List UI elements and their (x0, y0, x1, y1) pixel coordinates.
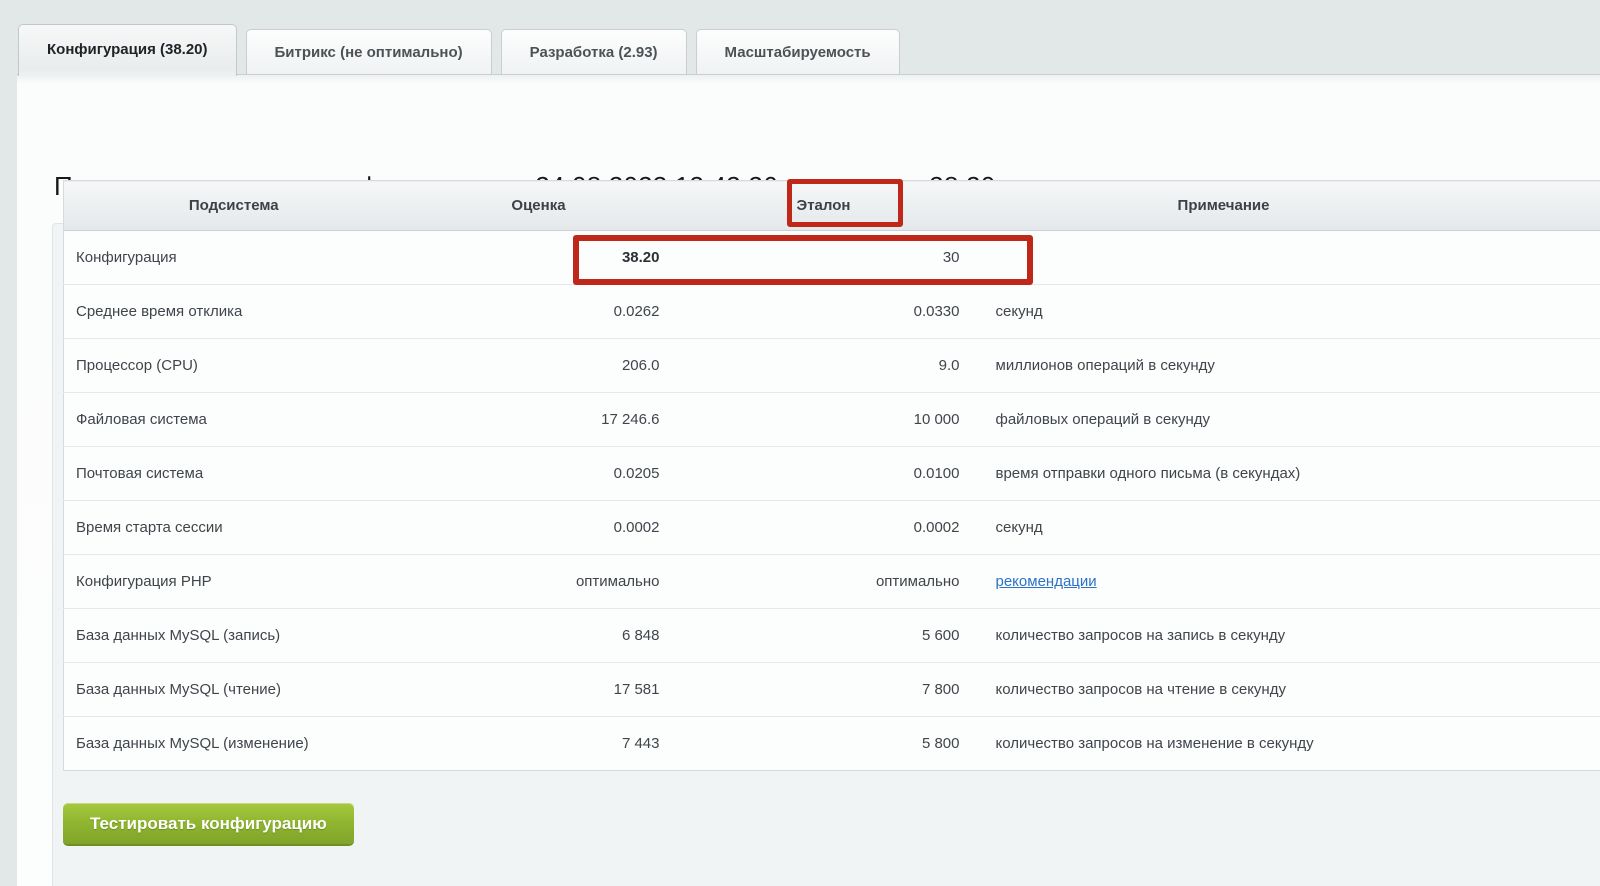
filler-cell (1474, 231, 1600, 285)
table-body: Конфигурация38.2030Среднее время отклика… (64, 231, 1600, 771)
note-cell: файловых операций в секунду (974, 393, 1474, 447)
tab-label: Разработка (2.93) (530, 44, 658, 61)
annotation-rect-configuration-values (573, 235, 1033, 285)
table-row: База данных MySQL (чтение)17 5817 800кол… (64, 663, 1600, 717)
subsystem-cell: Конфигурация (64, 231, 404, 285)
score-cell: 17 246.6 (404, 393, 674, 447)
column-header-note: Примечание (974, 181, 1474, 231)
score-cell: 206.0 (404, 339, 674, 393)
standard-cell: 0.0002 (674, 501, 974, 555)
standard-cell: 5 600 (674, 609, 974, 663)
tab-1[interactable]: Конфигурация (38.20) (18, 24, 237, 76)
column-header-score: Оценка (404, 181, 674, 231)
tab-label: Масштабируемость (725, 44, 871, 61)
note-cell: количество запросов на изменение в секун… (974, 717, 1474, 771)
subsystem-cell: База данных MySQL (запись) (64, 609, 404, 663)
score-cell: 7 443 (404, 717, 674, 771)
score-cell: 0.0002 (404, 501, 674, 555)
table-row: Файловая система17 246.610 000файловых о… (64, 393, 1600, 447)
filler-cell (1474, 663, 1600, 717)
note-cell: миллионов операций в секунду (974, 339, 1474, 393)
score-cell: оптимально (404, 555, 674, 609)
note-cell (974, 231, 1474, 285)
filler-cell (1474, 447, 1600, 501)
test-configuration-button[interactable]: Тестировать конфигурацию (63, 803, 354, 844)
note-cell: рекомендации (974, 555, 1474, 609)
tab-label: Битрикс (не оптимально) (275, 44, 463, 61)
subsystem-cell: Время старта сессии (64, 501, 404, 555)
score-cell: 0.0262 (404, 285, 674, 339)
table-row: Процессор (CPU)206.09.0миллионов операци… (64, 339, 1600, 393)
filler-cell (1474, 555, 1600, 609)
standard-cell: 0.0100 (674, 447, 974, 501)
standard-cell: 5 800 (674, 717, 974, 771)
standard-cell: 0.0330 (674, 285, 974, 339)
score-cell: 0.0205 (404, 447, 674, 501)
tab-bar: Конфигурация (38.20) Битрикс (не оптималь… (18, 22, 900, 74)
note-cell: количество запросов на чтение в секунду (974, 663, 1474, 717)
standard-cell: 10 000 (674, 393, 974, 447)
table-row: Конфигурация PHPоптимальнооптимальнореко… (64, 555, 1600, 609)
table-row: Почтовая система0.02050.0100время отправ… (64, 447, 1600, 501)
table-row: Время старта сессии0.00020.0002секунд (64, 501, 1600, 555)
subsystem-cell: База данных MySQL (чтение) (64, 663, 404, 717)
note-cell: секунд (974, 501, 1474, 555)
note-cell: количество запросов на запись в секунду (974, 609, 1474, 663)
subsystem-cell: Среднее время отклика (64, 285, 404, 339)
column-header-filler (1474, 181, 1600, 231)
subsystem-cell: Почтовая система (64, 447, 404, 501)
filler-cell (1474, 285, 1600, 339)
table-row: База данных MySQL (изменение)7 4435 800к… (64, 717, 1600, 771)
standard-cell: 9.0 (674, 339, 974, 393)
subsystem-cell: Процессор (CPU) (64, 339, 404, 393)
filler-cell (1474, 717, 1600, 771)
note-cell: секунд (974, 285, 1474, 339)
recommendations-link[interactable]: рекомендации (996, 573, 1097, 590)
filler-cell (1474, 393, 1600, 447)
standard-cell: 7 800 (674, 663, 974, 717)
subsystem-cell: Файловая система (64, 393, 404, 447)
table-row: База данных MySQL (запись)6 8485 600коли… (64, 609, 1600, 663)
tab-4[interactable]: Масштабируемость (696, 29, 900, 74)
note-cell: время отправки одного письма (в секундах… (974, 447, 1474, 501)
column-header-subsystem: Подсистема (64, 181, 404, 231)
filler-cell (1474, 501, 1600, 555)
tab-2[interactable]: Битрикс (не оптимально) (246, 29, 492, 74)
subsystem-cell: База данных MySQL (изменение) (64, 717, 404, 771)
score-cell: 6 848 (404, 609, 674, 663)
performance-monitor-page: Конфигурация (38.20) Битрикс (не оптималь… (0, 0, 1600, 886)
score-cell: 17 581 (404, 663, 674, 717)
standard-cell: оптимально (674, 555, 974, 609)
annotation-rect-etalon-header (787, 179, 903, 227)
table-row: Среднее время отклика0.02620.0330секунд (64, 285, 1600, 339)
tab-label: Конфигурация (38.20) (47, 41, 208, 58)
filler-cell (1474, 339, 1600, 393)
tab-3[interactable]: Разработка (2.93) (501, 29, 687, 74)
filler-cell (1474, 609, 1600, 663)
subsystem-cell: Конфигурация PHP (64, 555, 404, 609)
